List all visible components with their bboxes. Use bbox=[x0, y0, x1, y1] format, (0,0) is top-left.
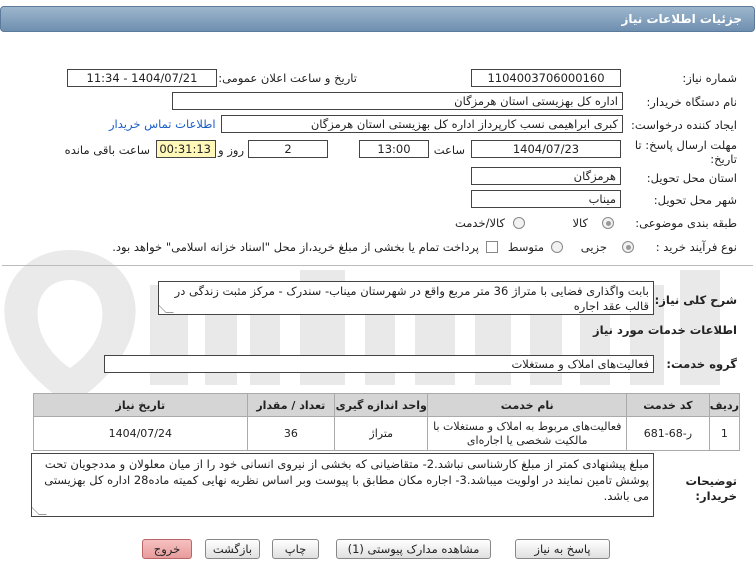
need-number-field[interactable]: 1104003706000160 bbox=[471, 69, 621, 87]
exit-button[interactable]: خروج bbox=[142, 539, 192, 559]
divider bbox=[2, 265, 753, 266]
title-bar: جزئیات اطلاعات نیاز bbox=[0, 0, 755, 44]
table-row: 1 ر-68-681 فعالیت‌های مربوط به املاک و م… bbox=[33, 416, 741, 451]
buyer-notes-label: توضیحات خریدار: bbox=[685, 474, 738, 503]
deadline-time-label: ساعت bbox=[433, 143, 465, 157]
cell-row-number: 1 bbox=[708, 416, 741, 451]
column-header-quantity: تعداد / مقدار bbox=[246, 393, 336, 417]
description-text: بابت واگذاری فضایی با متراژ 36 متر مربع … bbox=[174, 284, 649, 313]
city-field[interactable]: میناب bbox=[471, 190, 621, 208]
column-header-need-date: تاریخ نیاز bbox=[33, 393, 248, 417]
service-group-field[interactable]: فعالیت‌های املاک و مستغلات bbox=[104, 355, 654, 373]
treasury-payment-checkbox[interactable] bbox=[486, 241, 498, 253]
category-label: طبقه بندی موضوعی: bbox=[635, 216, 737, 230]
buyer-contact-link[interactable]: اطلاعات تماس خریدار bbox=[109, 117, 216, 131]
buyer-label: نام دستگاه خریدار: bbox=[646, 95, 737, 109]
deadline-time-field[interactable]: 13:00 bbox=[359, 140, 429, 158]
need-number-label: شماره نیاز: bbox=[682, 71, 737, 85]
process-label: نوع فرآیند خرید : bbox=[655, 240, 737, 254]
announce-date-field[interactable]: 1404/07/21 - 11:34 bbox=[67, 69, 217, 87]
cell-need-date: 1404/07/24 bbox=[33, 416, 248, 451]
process-medium-radio[interactable] bbox=[551, 241, 563, 253]
deadline-date-field[interactable]: 1404/07/23 bbox=[471, 140, 621, 158]
category-goods-label: کالا bbox=[572, 216, 588, 230]
reply-to-need-button[interactable]: پاسخ به نیاز bbox=[515, 539, 610, 559]
column-header-service-code: کد خدمت bbox=[626, 393, 710, 417]
process-medium-label: متوسط bbox=[507, 240, 544, 254]
view-attachments-button[interactable]: مشاهده مدارک پیوستی (1) bbox=[336, 539, 491, 559]
need-details-page: جزئیات اطلاعات نیاز شماره نیاز: 11040037… bbox=[0, 0, 755, 574]
print-button[interactable]: چاپ bbox=[272, 539, 319, 559]
buyer-notes-text: مبلغ پیشنهادی کمتر از مبلغ کارشناسی نباش… bbox=[44, 457, 649, 503]
category-goods-radio[interactable] bbox=[602, 217, 614, 229]
province-label: استان محل تحویل: bbox=[646, 171, 737, 185]
description-label: شرح کلی نیاز: bbox=[654, 293, 737, 307]
city-label: شهر محل تحویل: bbox=[653, 193, 737, 207]
column-header-row-number: ردیف bbox=[708, 393, 741, 417]
treasury-payment-note: پرداخت تمام یا بخشی از مبلغ خرید،از محل … bbox=[112, 240, 479, 254]
days-label: روز و bbox=[218, 143, 244, 157]
cell-quantity: 36 bbox=[246, 416, 336, 451]
creator-label: ایجاد کننده درخواست: bbox=[631, 118, 737, 132]
column-header-unit: واحد اندازه گیری bbox=[334, 393, 429, 417]
services-section-title: اطلاعات خدمات مورد نیاز bbox=[593, 323, 737, 337]
announce-date-label: تاریخ و ساعت اعلان عمومی: bbox=[218, 71, 357, 85]
page-title: جزئیات اطلاعات نیاز bbox=[0, 6, 755, 32]
cell-unit: متراژ bbox=[334, 416, 429, 451]
table-header-row: ردیف کد خدمت نام خدمت واحد اندازه گیری ت… bbox=[33, 393, 741, 417]
description-textarea[interactable]: بابت واگذاری فضایی با متراژ 36 متر مربع … bbox=[158, 281, 654, 315]
column-header-service-name: نام خدمت bbox=[427, 393, 628, 417]
cell-service-code: ر-68-681 bbox=[626, 416, 710, 451]
days-field[interactable]: 2 bbox=[248, 140, 328, 158]
remaining-time-field: 00:31:13 bbox=[156, 140, 216, 158]
back-button[interactable]: بازگشت bbox=[205, 539, 260, 559]
process-minor-radio[interactable] bbox=[622, 241, 634, 253]
resize-grip[interactable] bbox=[159, 305, 174, 313]
deadline-label: مهلت ارسال پاسخ: تا تاریخ: bbox=[634, 138, 737, 166]
remaining-time-label: ساعت باقی مانده bbox=[64, 143, 150, 157]
services-table: ردیف کد خدمت نام خدمت واحد اندازه گیری ت… bbox=[33, 393, 741, 451]
category-goods-service-radio[interactable] bbox=[513, 217, 525, 229]
creator-field[interactable]: کبری ابراهیمی نسب کارپرداز اداره کل بهزی… bbox=[221, 115, 623, 133]
resize-grip[interactable] bbox=[32, 507, 47, 515]
cell-service-name: فعالیت‌های مربوط به املاک و مستغلات با م… bbox=[427, 416, 628, 451]
buyer-field[interactable]: اداره کل بهزیستی استان هرمزگان bbox=[172, 92, 623, 110]
service-group-label: گروه خدمت: bbox=[666, 357, 737, 371]
process-minor-label: جزیی bbox=[580, 240, 607, 254]
category-goods-service-label: کالا/خدمت bbox=[454, 216, 505, 230]
province-field[interactable]: هرمزگان bbox=[471, 167, 621, 185]
buyer-notes-textarea[interactable]: مبلغ پیشنهادی کمتر از مبلغ کارشناسی نباش… bbox=[31, 453, 654, 517]
